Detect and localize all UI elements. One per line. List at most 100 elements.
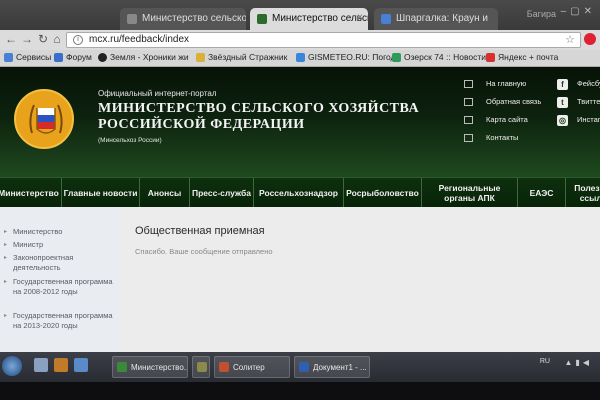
bookmark-item[interactable]: Форум <box>54 52 92 62</box>
browser-icon <box>117 362 127 372</box>
reload-icon[interactable]: ↻ <box>36 32 50 46</box>
sidebar: Министерство Министр Законопроектная дея… <box>0 207 120 352</box>
tab-favicon-icon <box>127 14 137 24</box>
address-bar[interactable]: i mcx.ru/feedback/index ☆ <box>66 32 581 48</box>
social-link-twitter[interactable]: t Твиттер <box>557 97 600 108</box>
taskbar-item-label: Документ1 - ... <box>313 363 367 372</box>
home-icon <box>464 80 473 88</box>
instagram-icon: ◎ <box>557 115 568 126</box>
header-link-label: Карта сайта <box>486 115 528 124</box>
close-tab-icon[interactable]: × <box>357 12 363 23</box>
main-content: Общественная приемная Спасибо. Ваше сооб… <box>120 207 600 352</box>
bookmark-favicon-icon <box>196 53 205 62</box>
bookmark-label: Озерск 74 :: Новости <box>404 52 487 62</box>
success-message: Спасибо. Ваше сообщение отправлено <box>135 247 273 256</box>
word-icon <box>299 362 309 372</box>
bookmark-favicon-icon <box>296 53 305 62</box>
nav-item-eaeu[interactable]: ЕАЭС <box>518 178 566 208</box>
info-icon[interactable]: i <box>73 35 83 45</box>
bookmark-label: Земля - Хроники жи <box>110 52 189 62</box>
taskbar-item-folder[interactable] <box>192 356 210 378</box>
header-link-home[interactable]: На главную <box>464 79 526 88</box>
site-header: Официальный интернет-портал МИНИСТЕРСТВО… <box>0 67 600 177</box>
nav-item-announcements[interactable]: Анонсы <box>140 178 190 208</box>
sidebar-item-legislation[interactable]: Законопроектная деятельность <box>4 253 116 273</box>
browser-tab-active[interactable]: Министерство сельско × <box>250 8 368 30</box>
bookmark-star-icon[interactable]: ☆ <box>565 33 575 46</box>
bookmark-item[interactable]: Озерск 74 :: Новости <box>392 52 486 62</box>
taskbar-item-browser[interactable]: Министерство... <box>112 356 188 378</box>
browser-tab[interactable]: Министерство сельско <box>120 8 246 30</box>
wheat-emblem-icon <box>29 104 63 134</box>
social-label: Инстаграм <box>577 115 600 124</box>
header-link-contacts[interactable]: Контакты <box>464 133 518 142</box>
monitor-bezel <box>0 382 600 400</box>
bookmark-item[interactable]: Сервисы <box>4 52 51 62</box>
bookmark-item[interactable]: Яндекс + почта <box>486 52 558 62</box>
ministry-title[interactable]: МИНИСТЕРСТВО СЕЛЬСКОГО ХОЗЯЙСТВА РОССИЙС… <box>98 101 428 133</box>
nav-item-rosrybolovstvo[interactable]: Росрыболовство <box>344 178 422 208</box>
home-icon[interactable]: ⌂ <box>50 32 64 46</box>
header-link-feedback[interactable]: Обратная связь <box>464 97 541 106</box>
language-indicator[interactable]: RU <box>540 358 550 365</box>
bookmark-favicon-icon <box>486 53 495 62</box>
sidebar-item-program-2008[interactable]: Государственная программа на 2008-2012 г… <box>4 277 116 297</box>
facebook-icon: f <box>557 79 568 90</box>
window-controls-icon[interactable]: –▢✕ <box>561 6 596 17</box>
back-arrow-icon[interactable]: ← <box>4 32 18 46</box>
taskbar-item-solitaire[interactable]: Солитер <box>214 356 290 378</box>
sidebar-item-program-2013[interactable]: Государственная программа на 2013-2020 г… <box>4 311 116 331</box>
browser-tab[interactable]: Шпаргалка: Краун и <box>374 8 498 30</box>
taskbar-item-word[interactable]: Документ1 - ... <box>294 356 370 378</box>
social-link-facebook[interactable]: f Фейсбук <box>557 79 600 90</box>
system-tray-icon[interactable]: ▲▮◀ <box>565 358 592 367</box>
folder-icon <box>197 362 207 372</box>
taskbar-item-label: Солитер <box>233 363 265 372</box>
bookmark-label: GISMETEO.RU: Погод <box>308 52 396 62</box>
sidebar-item-minister[interactable]: Министр <box>4 240 116 250</box>
tab-label: Шпаргалка: Краун и <box>396 13 488 24</box>
twitter-icon: t <box>557 97 568 108</box>
page-title: Общественная приемная <box>135 225 265 237</box>
bookmark-favicon-icon <box>392 53 401 62</box>
profile-name[interactable]: Багира <box>527 9 556 19</box>
bookmark-label: Яндекс + почта <box>498 52 559 62</box>
nav-item-regional-apk[interactable]: Региональные органы АПК <box>422 178 518 208</box>
extension-icon[interactable] <box>584 33 596 45</box>
url-text: mcx.ru/feedback/index <box>89 34 190 45</box>
bookmark-label: Сервисы <box>16 52 52 62</box>
nav-item-rosselkhoznadzor[interactable]: Россельхознадзор <box>254 178 344 208</box>
bookmark-item[interactable]: Звёздный Стражник <box>196 52 287 62</box>
browser-toolbar: ← → ↻ ⌂ i mcx.ru/feedback/index ☆ <box>0 30 600 50</box>
header-link-label: Обратная связь <box>486 97 542 106</box>
taskbar-item-label: Министерство... <box>131 363 188 372</box>
tab-label: Министерство сельско <box>142 13 246 24</box>
folder-icon[interactable] <box>54 358 68 372</box>
social-label: Твиттер <box>577 97 600 106</box>
nav-item-main-news[interactable]: Главные новости <box>62 178 140 208</box>
nav-item-useful-links[interactable]: Полезные ссылки <box>566 178 600 208</box>
social-label: Фейсбук <box>577 79 600 88</box>
sidebar-item-ministry[interactable]: Министерство <box>4 227 116 237</box>
bookmark-favicon-icon <box>98 53 107 62</box>
apps-icon <box>4 53 13 62</box>
ministry-emblem-logo[interactable] <box>14 89 74 149</box>
bookmark-label: Звёздный Стражник <box>208 52 288 62</box>
start-button[interactable] <box>2 356 22 376</box>
header-link-label: Контакты <box>486 133 519 142</box>
nav-item-press-service[interactable]: Пресс-служба <box>190 178 254 208</box>
explorer-icon[interactable] <box>34 358 48 372</box>
nav-item-ministry[interactable]: Министерство <box>0 178 62 208</box>
sitemap-icon <box>464 116 473 124</box>
forward-arrow-icon[interactable]: → <box>20 32 34 46</box>
header-link-sitemap[interactable]: Карта сайта <box>464 115 528 124</box>
social-link-instagram[interactable]: ◎ Инстаграм <box>557 115 600 126</box>
bookmark-item[interactable]: GISMETEO.RU: Погод <box>296 52 395 62</box>
media-icon[interactable] <box>74 358 88 372</box>
bookmarks-bar: Сервисы Форум Земля - Хроники жи Звёздны… <box>0 50 600 67</box>
contacts-icon <box>464 134 473 142</box>
tab-strip: Министерство сельско Министерство сельск… <box>0 0 600 30</box>
solitaire-icon <box>219 362 229 372</box>
tab-favicon-icon <box>381 14 391 24</box>
bookmark-item[interactable]: Земля - Хроники жи <box>98 52 189 62</box>
